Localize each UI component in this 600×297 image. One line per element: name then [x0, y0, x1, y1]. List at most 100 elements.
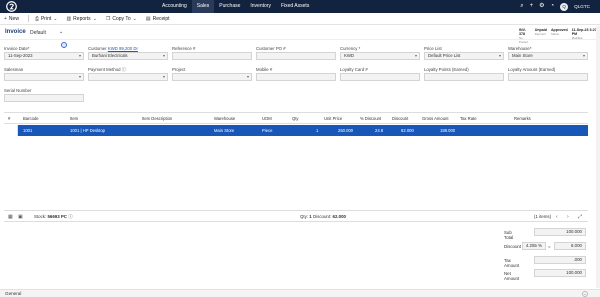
- nav-inventory[interactable]: Inventory: [245, 0, 276, 13]
- customer-po-field: Customer PO #: [256, 46, 336, 60]
- column-header[interactable]: Gross Amount: [422, 116, 449, 121]
- bell-icon[interactable]: ◔: [551, 0, 555, 13]
- mobile-field: Mobile #: [256, 67, 336, 81]
- chevron-down-icon[interactable]: ▾: [163, 74, 165, 80]
- cell-warehouse[interactable]: Main Store: [214, 128, 234, 133]
- grid-footer: ▦ ▣ Stock: 56693 PC ⓘ Qty: 1 Discount: 6…: [4, 210, 588, 222]
- table-row[interactable]: 1001 1001 | HP Desktop Main Store Piece …: [18, 125, 588, 136]
- chevron-down-icon[interactable]: ▾: [415, 53, 417, 59]
- print-button[interactable]: ⎙ Print ⌄: [35, 16, 58, 22]
- chevron-down-icon[interactable]: ▾: [583, 53, 585, 59]
- column-header[interactable]: UOM: [262, 116, 272, 121]
- column-header[interactable]: % Discount: [360, 116, 381, 121]
- customer-input[interactable]: Burhani Electricals ▾: [88, 52, 168, 60]
- customer-balance-link[interactable]: KWD 99,200 Dr: [108, 46, 138, 51]
- receipt-button[interactable]: ▤ Receipt: [146, 16, 170, 22]
- project-field: Project ▾: [172, 67, 252, 81]
- previous-icon[interactable]: ‹: [556, 214, 558, 220]
- new-button[interactable]: + New: [4, 16, 19, 22]
- loyalty-amount-input[interactable]: [508, 73, 588, 81]
- reports-button[interactable]: ▥ Reports ⌄: [66, 16, 96, 22]
- cell-discount[interactable]: 62.000: [401, 128, 414, 133]
- mobile-input[interactable]: [256, 73, 336, 81]
- equals-sign: =: [548, 244, 551, 249]
- row-number-cell[interactable]: [4, 125, 18, 136]
- reference-input[interactable]: [172, 52, 252, 60]
- calendar-icon[interactable]: ▾: [79, 53, 81, 59]
- tax-amount-value: .000: [534, 256, 586, 264]
- add-icon[interactable]: +: [530, 0, 534, 13]
- status-steps: INV-378 No Posted Unpaid Payment Approved S…: [519, 28, 600, 44]
- payment-method-select[interactable]: ▾: [88, 73, 168, 81]
- price-list-select[interactable]: Default Price List ▾: [424, 52, 504, 60]
- grid-settings-icon[interactable]: ▦: [8, 214, 13, 220]
- warehouse-select[interactable]: Main Store ▾: [508, 52, 588, 60]
- new-label: New: [8, 15, 19, 22]
- customer-po-input[interactable]: [256, 52, 336, 60]
- salesman-select[interactable]: ▾: [4, 73, 84, 81]
- chevron-down-icon[interactable]: ⌄: [59, 29, 63, 35]
- page-title: Invoice: [5, 29, 26, 35]
- nav-fixed-assets[interactable]: Fixed Assets: [276, 0, 314, 13]
- chevron-down-icon: ⌄: [132, 15, 137, 22]
- cell-pct-discount[interactable]: 24.8: [375, 128, 383, 133]
- chevron-down-icon[interactable]: ▾: [79, 74, 81, 80]
- chevron-down-icon[interactable]: ⌄: [582, 291, 588, 297]
- expand-icon[interactable]: ⤢: [578, 214, 582, 220]
- info-icon[interactable]: ⓘ: [68, 214, 72, 219]
- column-header[interactable]: Item Description: [142, 116, 172, 121]
- settings-icon[interactable]: ⚙: [539, 0, 544, 13]
- project-select[interactable]: ▾: [172, 73, 252, 81]
- currency-select[interactable]: KWD ▾: [340, 52, 420, 60]
- column-header[interactable]: Unit Price: [324, 116, 342, 121]
- print-label: Print: [40, 15, 52, 22]
- app-logo[interactable]: [6, 1, 17, 12]
- cell-unit-price[interactable]: 250.000: [338, 128, 353, 133]
- vertical-scrollbar[interactable]: [596, 26, 600, 288]
- avatar[interactable]: Q: [560, 2, 569, 11]
- discount-amount-input[interactable]: 8.000: [554, 242, 586, 250]
- chevron-down-icon[interactable]: ▾: [163, 53, 165, 59]
- warehouse-field: Warehouse* Main Store ▾: [508, 46, 588, 60]
- serial-number-input[interactable]: [4, 94, 84, 102]
- copy-to-button[interactable]: ❐ Copy To ⌄: [106, 16, 137, 22]
- company-name[interactable]: QLGTC: [574, 4, 590, 9]
- layout-select[interactable]: Default: [30, 30, 46, 36]
- loyalty-amount-field: Loyalty Amount (Earned): [508, 67, 588, 81]
- cell-uom[interactable]: Piece: [262, 128, 272, 133]
- chevron-down-icon: ⌄: [92, 15, 97, 22]
- nav-accounting[interactable]: Accounting: [157, 0, 192, 13]
- net-amount-value: 100.000: [534, 269, 586, 277]
- chevron-down-icon[interactable]: ▾: [499, 53, 501, 59]
- status-step-number: INV-378 No Posted: [519, 28, 528, 44]
- search-icon[interactable]: ⌕: [520, 0, 523, 13]
- column-header[interactable]: Tax Rate: [460, 116, 477, 121]
- column-header[interactable]: Qty: [292, 116, 299, 121]
- loyalty-points-input[interactable]: [424, 73, 504, 81]
- column-header[interactable]: Warehouse: [214, 116, 235, 121]
- cell-item[interactable]: 1001 | HP Desktop: [70, 128, 105, 133]
- nav-purchase[interactable]: Purchase: [214, 0, 245, 13]
- discount-percent-input[interactable]: 4.255 %: [522, 242, 546, 250]
- loyalty-card-input[interactable]: [340, 73, 420, 81]
- cell-barcode[interactable]: 1001: [23, 128, 32, 133]
- receipt-icon: ▤: [145, 15, 151, 22]
- nav-sales[interactable]: Sales: [191, 0, 215, 13]
- column-header[interactable]: Discount: [392, 116, 408, 121]
- sub-total-value: 100.000: [534, 228, 586, 236]
- cell-qty[interactable]: 1: [316, 128, 318, 133]
- chevron-down-icon[interactable]: ▾: [247, 74, 249, 80]
- column-header[interactable]: #: [8, 116, 10, 121]
- column-header[interactable]: Barcode: [23, 116, 39, 121]
- invoice-date-input[interactable]: 11-Sep-2023 ▾: [4, 52, 84, 60]
- cell-gross-amount[interactable]: 188.000: [440, 128, 455, 133]
- main-nav: Accounting Sales Purchase Inventory Fixe…: [157, 0, 314, 13]
- top-right-tools: ⌕ + ⚙ ◔ Q QLGTC: [520, 0, 590, 13]
- image-icon[interactable]: ▣: [18, 214, 23, 220]
- next-icon[interactable]: ›: [567, 214, 569, 220]
- column-header[interactable]: Remarks: [514, 116, 531, 121]
- salesman-field: Salesman ▾: [4, 67, 84, 81]
- column-header[interactable]: Item: [70, 116, 78, 121]
- info-icon[interactable]: ⓘ: [122, 67, 126, 72]
- general-section-header[interactable]: General ⌄: [0, 289, 600, 297]
